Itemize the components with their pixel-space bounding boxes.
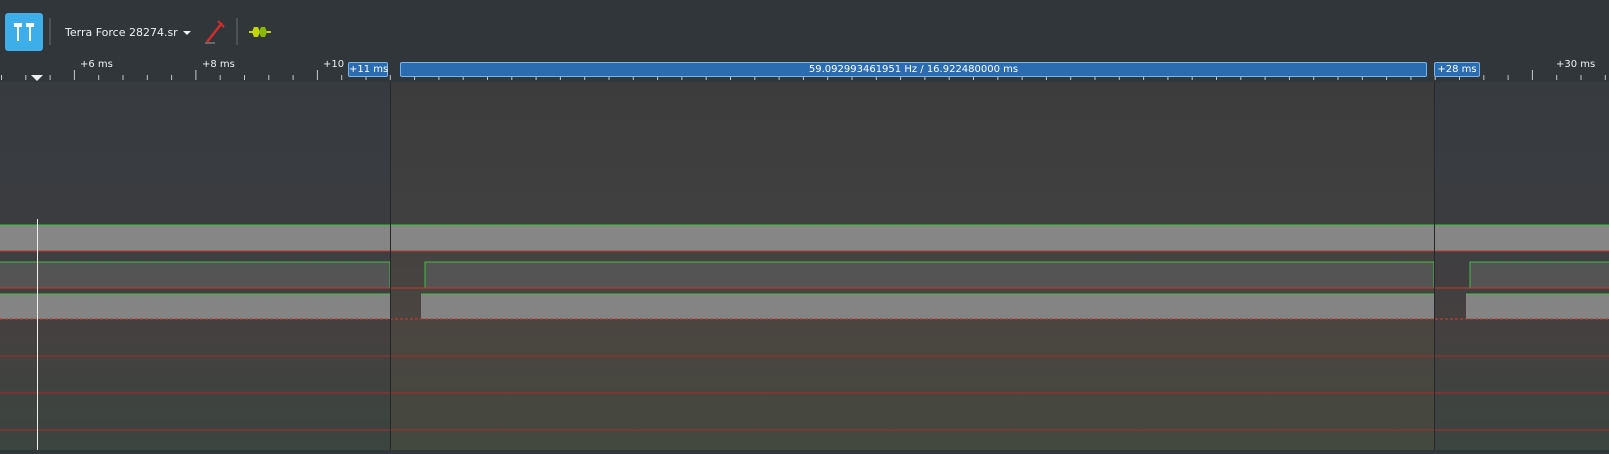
ruler-label: +6 ms bbox=[80, 59, 113, 70]
probe-button[interactable] bbox=[203, 18, 229, 46]
device-selector[interactable]: Terra Force 28274.sr bbox=[57, 20, 195, 46]
trigger-marker-icon bbox=[31, 75, 43, 81]
trace-view[interactable] bbox=[0, 82, 1609, 450]
ruler-label: +8 ms bbox=[202, 59, 235, 70]
device-name: Terra Force 28274.sr bbox=[65, 26, 178, 39]
trace-channel-1 bbox=[0, 261, 1609, 289]
chevron-down-icon[interactable] bbox=[181, 20, 193, 46]
channels-button[interactable] bbox=[5, 13, 43, 51]
cursor-measurement-bar[interactable]: 59.092993461951 Hz / 16.922480000 ms bbox=[400, 62, 1427, 77]
ruler-label: +30 ms bbox=[1556, 59, 1596, 70]
toolbar-separator bbox=[236, 18, 238, 45]
trace-channel-2 bbox=[0, 293, 1609, 320]
channels-icon bbox=[14, 23, 34, 41]
cursor-left-flag[interactable]: +11 ms bbox=[348, 62, 388, 77]
cursor-right-flag[interactable]: +28 ms bbox=[1434, 62, 1480, 77]
toolbar-separator bbox=[49, 18, 51, 45]
ruler-label: +10 bbox=[323, 59, 345, 70]
main-toolbar: Terra Force 28274.sr bbox=[0, 0, 1609, 58]
trace-channel-0 bbox=[0, 224, 1609, 252]
decoder-icon bbox=[249, 27, 271, 37]
decoder-button[interactable] bbox=[248, 20, 272, 44]
trace-canvas bbox=[0, 82, 1609, 450]
probe-icon bbox=[205, 20, 225, 44]
